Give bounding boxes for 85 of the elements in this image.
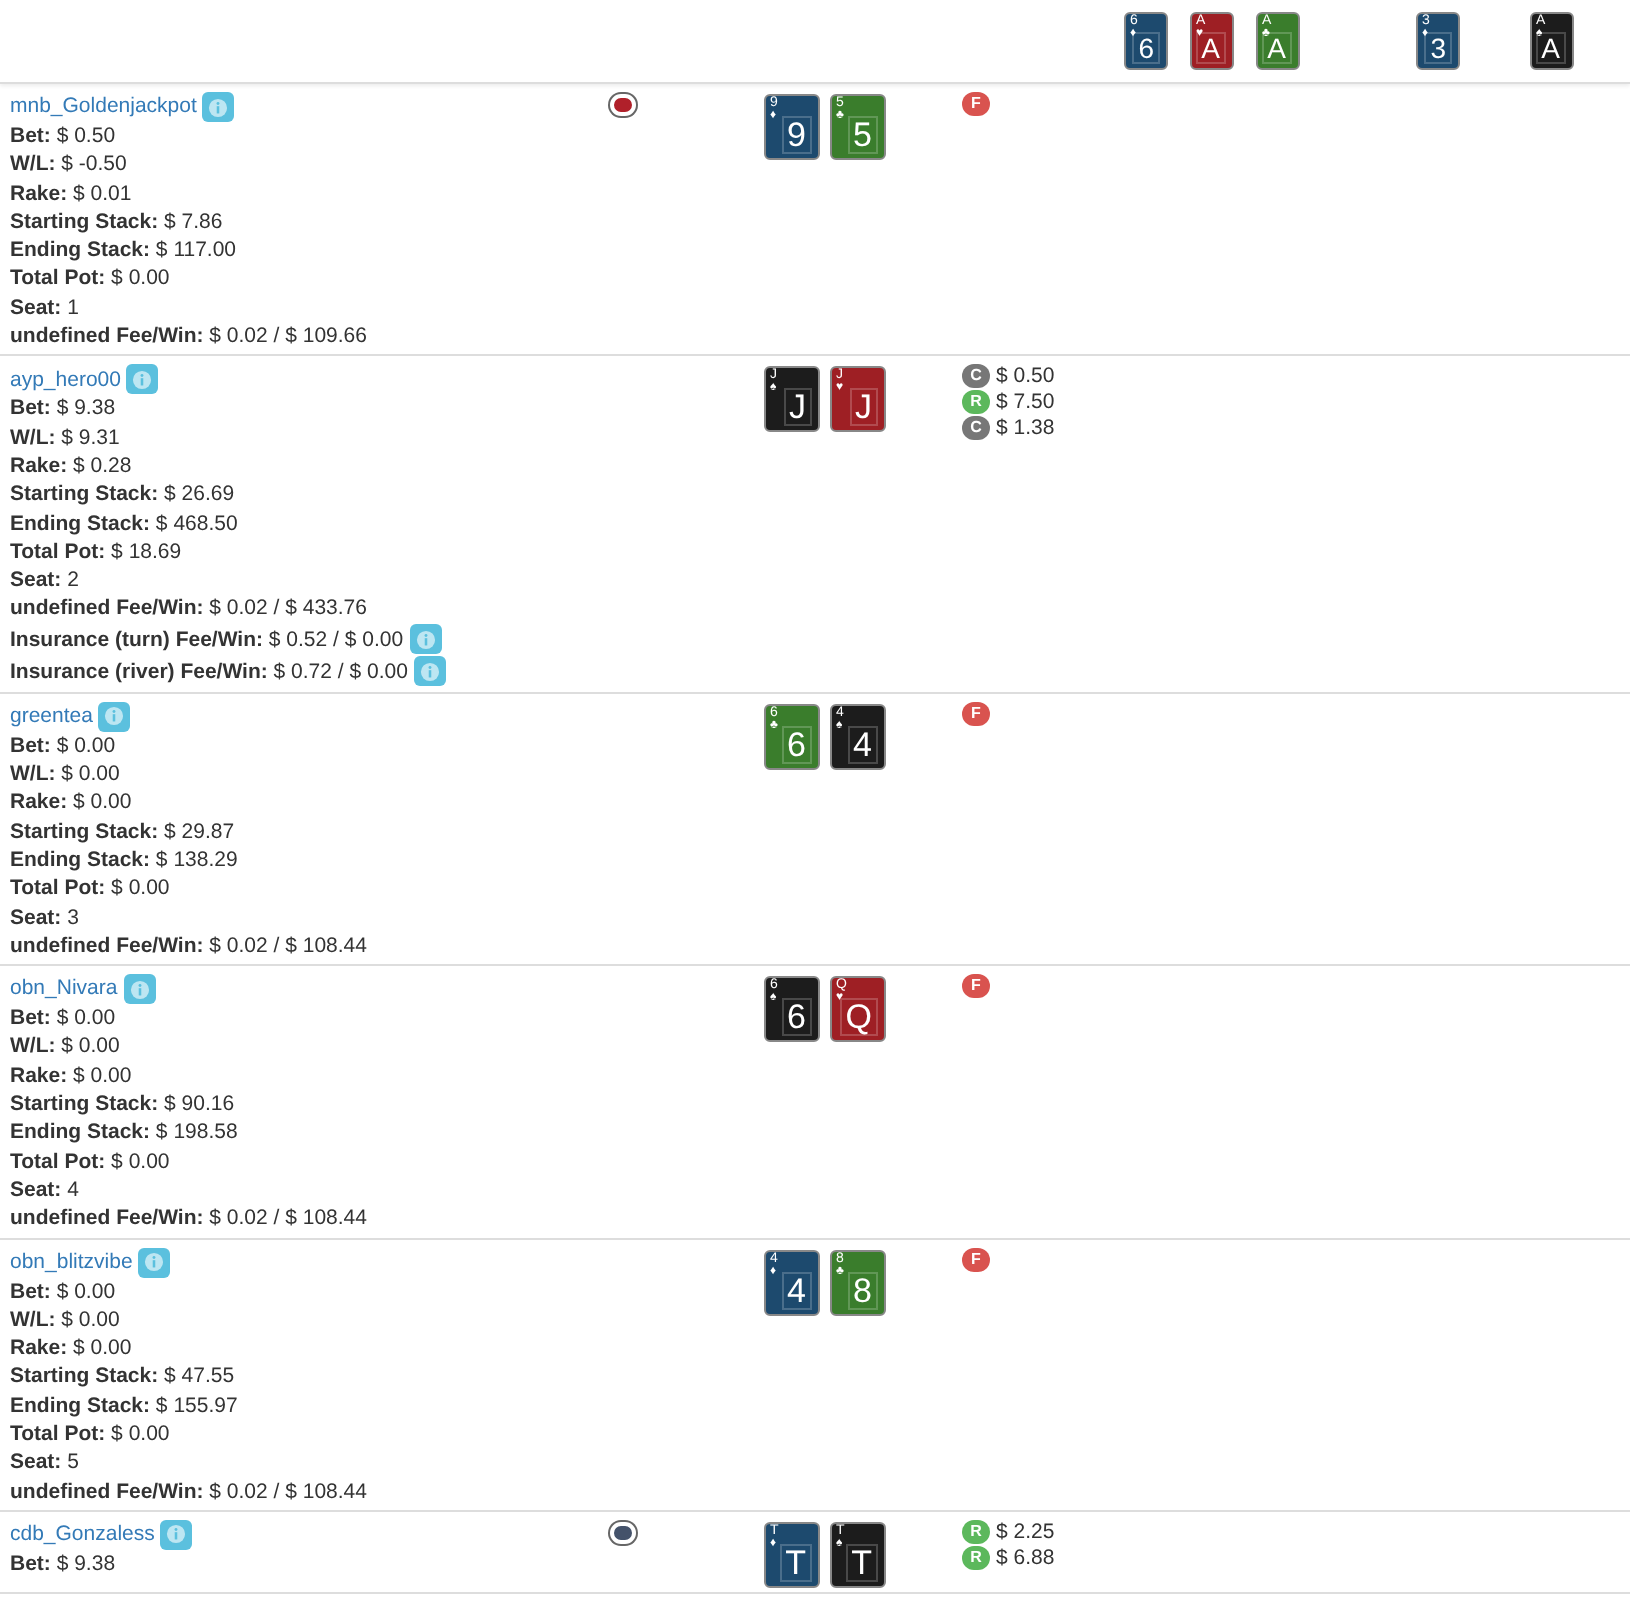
card-rank: J [783,388,812,427]
player-name-link[interactable]: greentea [10,702,93,731]
stat-text: Bet: $ 0.00 [10,1279,116,1303]
card-rank: T [779,1543,812,1582]
info-button[interactable] [413,656,446,687]
stat-text: Seat: 5 [10,1450,79,1475]
player-name-link[interactable]: mnb_Goldenjackpot [10,92,197,122]
stat-text: Starting Stack: $ 29.87 [10,819,235,844]
stat-text: Starting Stack: $ 90.16 [10,1092,235,1117]
stat-text: W/L: $ -0.50 [10,152,127,177]
stat-text: Ending Stack: $ 198.58 [10,1120,238,1145]
stat-text: Bet: $ 9.38 [10,1551,116,1576]
stat-text: Total Pot: $ 18.69 [10,539,182,564]
stat-text: Seat: 3 [10,905,79,930]
stat-text: undefined Fee/Win: $ 0.02 / $ 109.66 [10,324,367,349]
stat-text: Total Pot: $ 0.00 [10,266,170,291]
action-badge: C [962,416,990,441]
stat-text: Seat: 4 [10,1177,79,1202]
card-rank: J [849,388,878,427]
stat-text: Rake: $ 0.00 [10,790,132,815]
action-badge: R [962,390,990,415]
action-badge: R [962,1545,990,1570]
stat-text: undefined Fee/Win: $ 0.02 / $ 433.76 [10,596,367,621]
stat-text: undefined Fee/Win: $ 0.02 / $ 108.44 [10,933,367,958]
info-button[interactable] [98,701,131,732]
stat-text: Insurance (river) Fee/Win: $ 0.72 / $ 0.00 [10,657,408,686]
card-rank: 4 [781,1271,812,1309]
stat-text: Insurance (turn) Fee/Win: $ 0.52 / $ 0.00 [10,625,404,654]
card-rank: 9 [781,116,812,154]
player-name-link[interactable]: ayp_hero00 [10,365,121,395]
stat-text: Ending Stack: $ 138.29 [10,847,238,872]
action-badge: F [962,701,990,726]
stat-text: Rake: $ 0.00 [10,1336,132,1361]
card-rank: T [845,1543,878,1582]
card-rank: 5 [847,116,878,154]
card-rank: 3 [1424,32,1452,64]
info-button[interactable] [160,1519,193,1550]
stat-text: Starting Stack: $ 7.86 [10,209,223,234]
stat-text: Total Pot: $ 0.00 [10,1421,170,1446]
card-rank: 6 [781,725,812,764]
stat-text: Starting Stack: $ 47.55 [10,1364,235,1389]
card-rank: 8 [847,1271,878,1309]
action-amount: $ 0.50 [996,364,1055,389]
player-name-link[interactable]: obn_Nivara [10,974,118,1004]
info-button[interactable] [138,1247,171,1277]
action-badge: R [962,1519,990,1544]
stat-text: undefined Fee/Win: $ 0.02 / $ 108.44 [10,1206,367,1231]
stat-text: W/L: $ 0.00 [10,1307,120,1332]
player-name-link[interactable]: cdb_Gonzaless [10,1520,155,1550]
info-button[interactable] [123,974,156,1005]
card-rank: 4 [847,725,878,764]
stat-text: Rake: $ 0.00 [10,1063,132,1088]
info-button[interactable] [202,92,235,122]
action-amount: $ 2.25 [996,1519,1055,1544]
stat-text: Bet: $ 9.38 [10,396,116,421]
stat-text: Ending Stack: $ 117.00 [10,238,237,263]
stat-text: Ending Stack: $ 468.50 [10,511,238,536]
action-amount: $ 6.88 [996,1545,1055,1570]
player-name-link[interactable]: obn_blitzvibe [10,1247,133,1277]
stat-text: W/L: $ 9.31 [10,425,120,450]
stat-text: Bet: $ 0.00 [10,1006,116,1031]
stat-text: Bet: $ 0.00 [10,733,116,758]
action-badge: C [962,364,990,389]
action-amount: $ 1.38 [996,416,1055,441]
card-rank: 6 [1132,32,1160,64]
stat-text: Bet: $ 0.50 [10,124,116,148]
action-badge: F [962,974,990,999]
stat-text: W/L: $ 0.00 [10,762,120,787]
stat-text: Seat: 2 [10,568,79,593]
action-badge: F [962,1247,990,1271]
stat-text: Ending Stack: $ 155.97 [10,1393,238,1418]
card-rank: Q [839,998,878,1037]
stat-text: Total Pot: $ 0.00 [10,876,170,901]
action-amount: $ 7.50 [996,390,1055,415]
card-rank: 6 [781,998,812,1037]
stat-text: Total Pot: $ 0.00 [10,1149,170,1174]
stat-text: W/L: $ 0.00 [10,1034,120,1059]
stat-text: Seat: 1 [10,295,79,320]
stat-text: undefined Fee/Win: $ 0.02 / $ 108.44 [10,1479,367,1504]
action-badge: F [962,92,990,116]
info-button[interactable] [126,364,159,395]
stat-text: Starting Stack: $ 26.69 [10,482,235,507]
stat-text: Rake: $ 0.01 [10,181,132,206]
info-button[interactable] [409,624,442,655]
stat-text: Rake: $ 0.28 [10,453,132,478]
